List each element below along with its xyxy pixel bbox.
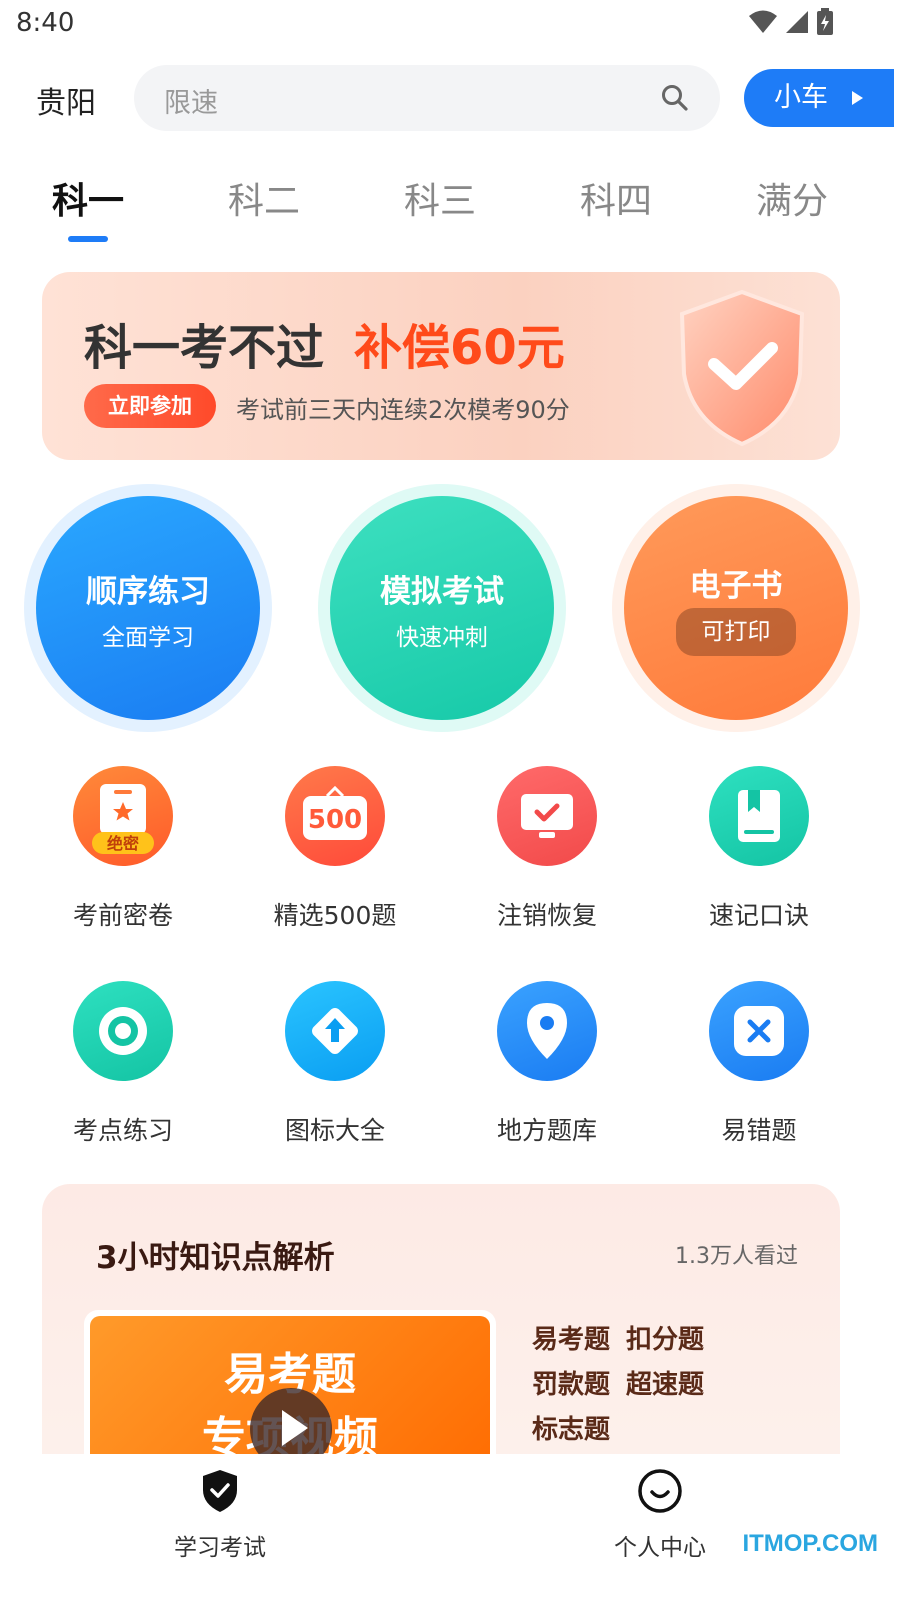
- knowledge-card[interactable]: 3小时知识点解析 1.3万人看过 易考题 专项视频 易考题扣分题 罚款题超速题 …: [42, 1184, 840, 1484]
- nav-study-exam[interactable]: 学习考试: [140, 1468, 300, 1562]
- wrong-mark-icon: [709, 981, 809, 1081]
- monitor-glyph: [521, 794, 573, 838]
- tab-subject-4[interactable]: 科四: [556, 172, 676, 224]
- search-placeholder: 限速: [164, 88, 218, 119]
- search-bar[interactable]: 限速: [134, 65, 720, 131]
- nav-label: 个人中心: [614, 1535, 706, 1561]
- pin-glyph: [527, 1003, 567, 1059]
- tab-subject-2[interactable]: 科二: [204, 172, 324, 224]
- banner-title: 科一考不过: [84, 320, 325, 376]
- grid-label: 地方题库: [496, 1116, 597, 1145]
- status-time: 8:40: [16, 8, 75, 38]
- sequential-practice-circle: 顺序练习 全面学习: [36, 496, 260, 720]
- topic-tag[interactable]: 标志题: [532, 1408, 610, 1453]
- knowledge-card-views: 1.3万人看过: [675, 1244, 798, 1269]
- grid-label: 考点练习: [72, 1116, 173, 1145]
- nav-personal-center[interactable]: 个人中心: [580, 1468, 740, 1562]
- mock-exam-subtitle: 快速冲刺: [396, 625, 488, 651]
- road-sign-icon: [285, 981, 385, 1081]
- ebook-circle: 电子书 可打印: [624, 496, 848, 720]
- target-glyph: [99, 1007, 147, 1055]
- signal-icon: [786, 11, 808, 33]
- grid-item-key-points[interactable]: 考点练习: [33, 981, 213, 1147]
- promo-banner[interactable]: 科一考不过 补偿60元 立即参加 考试前三天内连续2次模考90分: [42, 272, 840, 460]
- mock-exam-title: 模拟考试: [380, 574, 504, 610]
- road-sign-glyph: [312, 1008, 358, 1054]
- status-icons: [748, 8, 834, 36]
- vehicle-type-label: 小车: [774, 82, 828, 113]
- knowledge-card-title: 3小时知识点解析: [96, 1240, 335, 1276]
- shield-check-icon: [679, 289, 805, 447]
- grid-label: 精选500题: [273, 901, 397, 930]
- grid-label: 考前密卷: [72, 901, 173, 930]
- bottom-nav: 学习考试 个人中心: [0, 1454, 900, 1600]
- ebook-button[interactable]: 电子书 可打印: [612, 484, 860, 732]
- topic-tag[interactable]: 易考题: [532, 1318, 610, 1363]
- topic-tags: 易考题 扣分题 罚款题 超速题 标志题: [532, 1318, 792, 1453]
- grid-item-cancel-restore[interactable]: 注销恢复: [457, 766, 637, 932]
- topic-tag[interactable]: 罚款题: [532, 1363, 610, 1408]
- grid-label: 速记口诀: [708, 901, 809, 930]
- city-selector[interactable]: 贵阳: [36, 78, 96, 122]
- status-bar: 8:40: [0, 0, 900, 48]
- 500-glyph: 500: [303, 786, 367, 840]
- book-glyph: [738, 790, 780, 842]
- grid-item-road-signs[interactable]: 图标大全: [245, 981, 425, 1147]
- banner-highlight: 补偿60元: [354, 320, 565, 376]
- wifi-icon: [749, 10, 777, 33]
- grid-item-secret-paper[interactable]: 绝密 考前密卷: [33, 766, 213, 932]
- grid-item-local-bank[interactable]: 地方题库: [457, 981, 637, 1147]
- join-button[interactable]: 立即参加: [84, 384, 216, 428]
- secret-paper-glyph: 绝密: [92, 784, 154, 854]
- vehicle-type-button[interactable]: 小车: [744, 69, 894, 127]
- sequential-practice-button[interactable]: 顺序练习 全面学习: [24, 484, 272, 732]
- mock-exam-button[interactable]: 模拟考试 快速冲刺: [318, 484, 566, 732]
- grid-label: 图标大全: [284, 1116, 385, 1145]
- grid-item-mnemonics[interactable]: 速记口诀: [669, 766, 849, 932]
- topic-tag[interactable]: 扣分题: [626, 1318, 704, 1363]
- tab-subject-1[interactable]: 科一: [28, 172, 148, 224]
- ebook-title: 电子书: [689, 568, 783, 604]
- grid-label: 注销恢复: [496, 901, 597, 930]
- smile-face-icon: [638, 1469, 682, 1513]
- tab-indicator: [68, 236, 108, 242]
- caret-right-icon: [852, 91, 863, 105]
- grid-label: 易错题: [721, 1116, 797, 1145]
- mock-exam-circle: 模拟考试 快速冲刺: [330, 496, 554, 720]
- monitor-check-icon: [497, 766, 597, 866]
- target-icon: [73, 981, 173, 1081]
- topic-tag[interactable]: 超速题: [626, 1363, 704, 1408]
- watermark: ITMOP.COM: [742, 1530, 878, 1557]
- nav-label: 学习考试: [174, 1535, 266, 1561]
- secret-paper-icon: 绝密: [73, 766, 173, 866]
- grid-item-error-prone[interactable]: 易错题: [669, 981, 849, 1147]
- book-icon: [709, 766, 809, 866]
- sequential-practice-title: 顺序练习: [86, 574, 210, 610]
- top-bar: 贵阳 限速 小车: [0, 62, 900, 132]
- shield-check-icon: [203, 1470, 237, 1512]
- svg-text:500: 500: [308, 805, 362, 835]
- svg-text:绝密: 绝密: [107, 834, 139, 853]
- search-icon[interactable]: [660, 83, 690, 113]
- location-pin-icon: [497, 981, 597, 1081]
- tab-full-score[interactable]: 满分: [732, 172, 852, 224]
- 500-questions-icon: 500: [285, 766, 385, 866]
- sequential-practice-subtitle: 全面学习: [102, 625, 194, 651]
- banner-subtitle: 考试前三天内连续2次模考90分: [236, 396, 570, 424]
- tab-subject-3[interactable]: 科三: [380, 172, 500, 224]
- wrong-glyph: [734, 1006, 784, 1056]
- subject-tabs: 科一 科二 科三 科四 满分: [0, 168, 900, 248]
- battery-icon: [817, 8, 833, 35]
- ebook-printable-pill: 可打印: [676, 608, 796, 656]
- grid-item-500-questions[interactable]: 500 精选500题: [245, 766, 425, 932]
